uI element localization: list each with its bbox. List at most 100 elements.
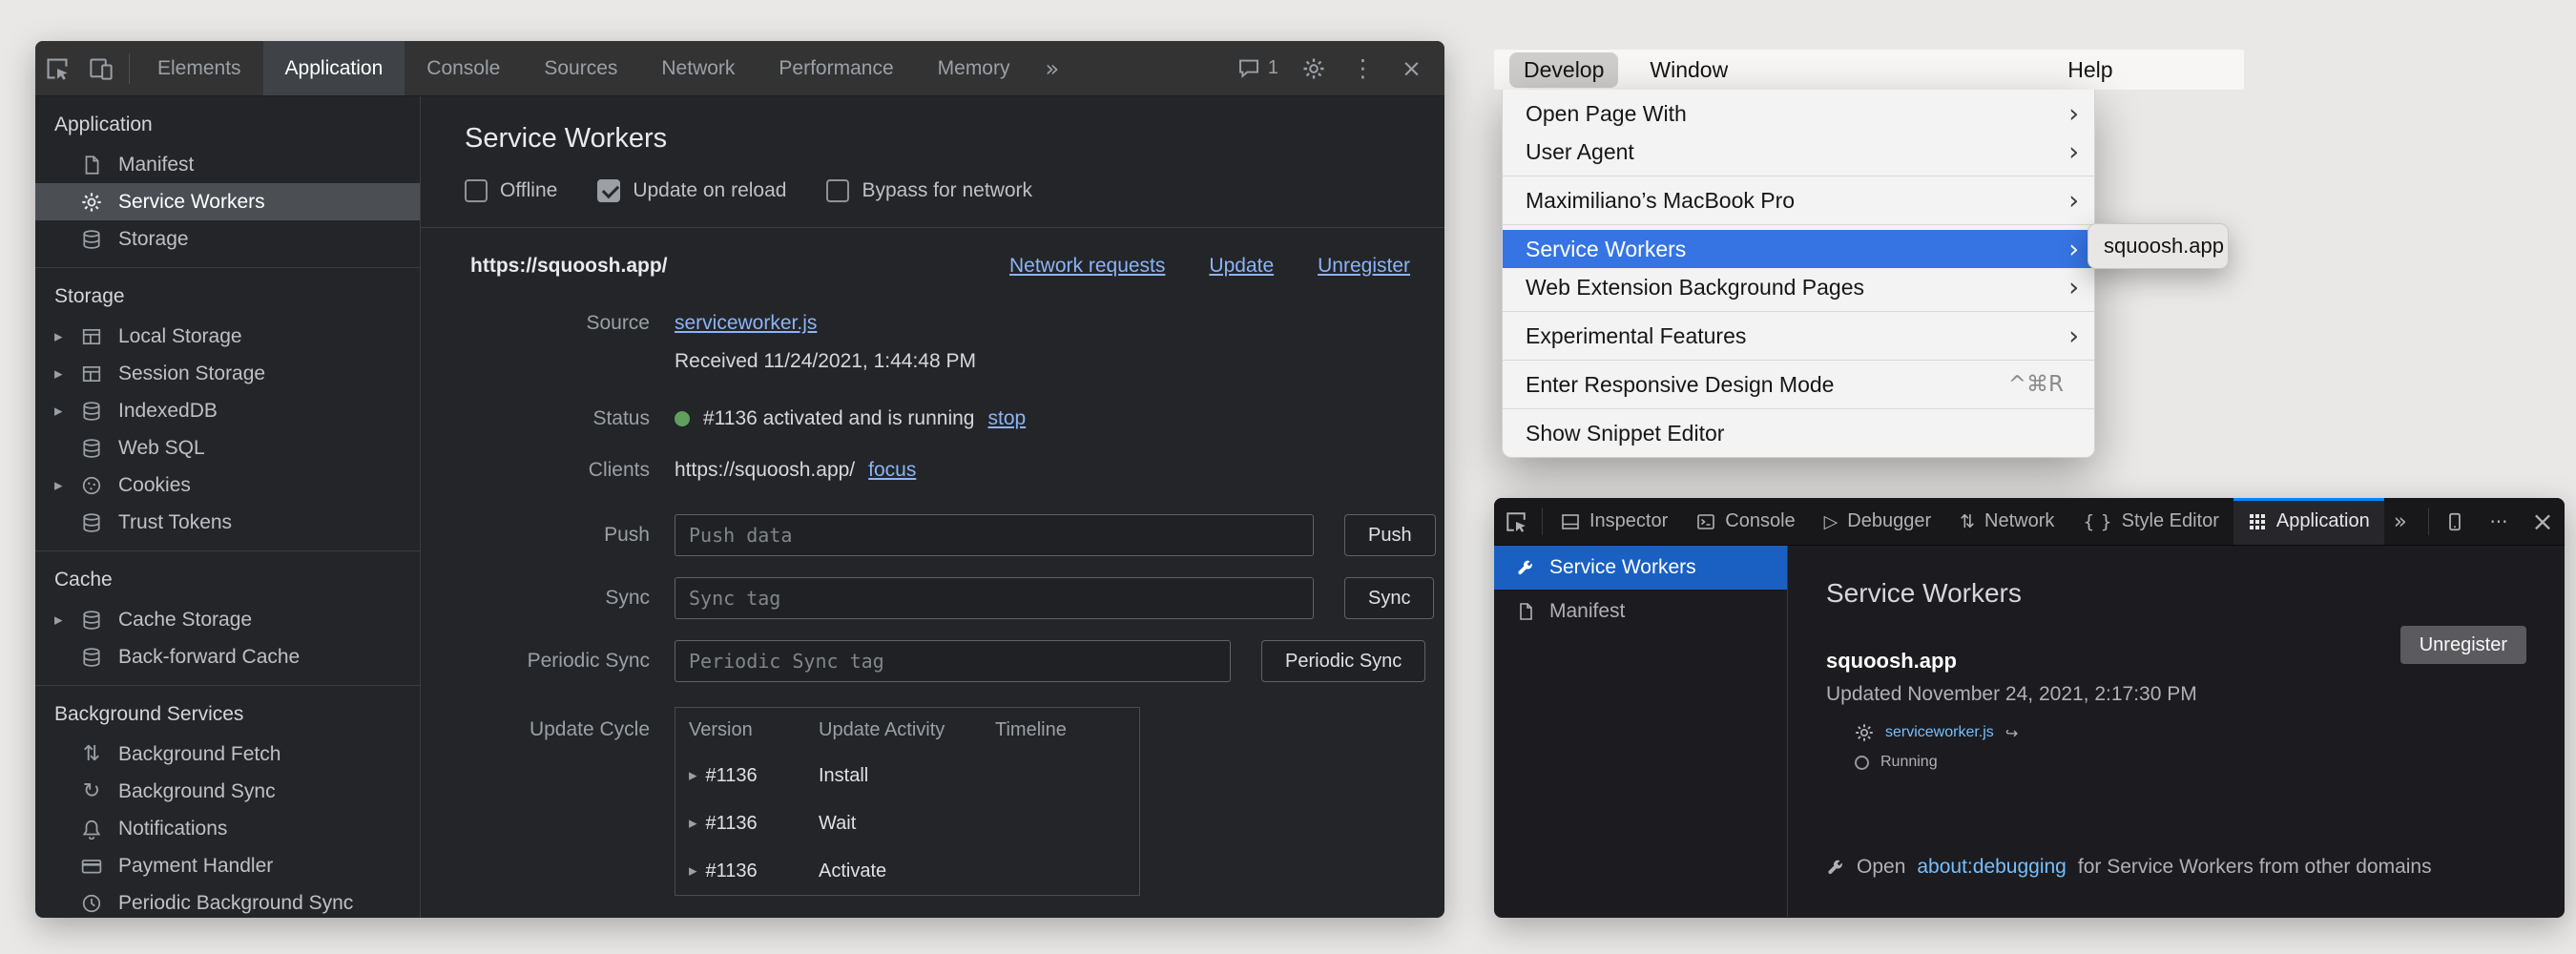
device-toolbar-button[interactable]	[79, 41, 123, 95]
stop-link[interactable]: stop	[987, 407, 1026, 430]
sidebar-item-storage[interactable]: Storage	[35, 220, 420, 258]
menu-item-enter-responsive-design-mode[interactable]: Enter Responsive Design Mode ^⌘R	[1503, 365, 2094, 404]
sidebar-item-trust-tokens[interactable]: Trust Tokens	[35, 504, 420, 541]
more-tabs-button[interactable]: »	[1031, 41, 1072, 95]
focus-link[interactable]: focus	[868, 459, 916, 482]
tab-console[interactable]: Console	[1682, 498, 1809, 545]
responsive-design-mode-button[interactable]	[2433, 498, 2477, 545]
unregister-button[interactable]: Unregister	[2400, 626, 2526, 664]
submenu-chevron-icon: ›	[2068, 275, 2079, 301]
debugger-icon: ▷	[1824, 511, 1839, 532]
close-devtools-button[interactable]: ×	[2521, 498, 2565, 545]
pick-element-button[interactable]	[1494, 498, 1538, 545]
disclosure-triangle-icon[interactable]: ▸	[689, 861, 697, 881]
unregister-link[interactable]: Unregister	[1318, 255, 1410, 278]
serviceworker-file-link[interactable]: serviceworker.js	[1885, 724, 1994, 741]
sidebar-item-cookies[interactable]: ▸ Cookies	[35, 467, 420, 504]
sidebar-item-periodic-background-sync[interactable]: Periodic Background Sync	[35, 884, 420, 918]
tab-performance[interactable]: Performance	[757, 41, 915, 95]
about-debugging-footer: Open about:debugging for Service Workers…	[1826, 856, 2432, 879]
menubar-item-develop[interactable]: Develop	[1509, 52, 1618, 88]
sidebar-item-service-workers[interactable]: Service Workers	[35, 183, 420, 220]
sidebar-item-session-storage[interactable]: ▸ Session Storage	[35, 355, 420, 392]
bypass-for-network-checkbox[interactable]: Bypass for network	[826, 179, 1032, 202]
periodic-sync-tag-input[interactable]	[675, 640, 1231, 682]
sidebar-item-payment-handler[interactable]: Payment Handler	[35, 847, 420, 884]
tab-network[interactable]: ⇅ Network	[1945, 498, 2068, 545]
settings-button[interactable]	[1292, 57, 1336, 80]
offline-checkbox[interactable]: Offline	[465, 179, 557, 202]
disclosure-triangle-icon[interactable]: ▸	[689, 814, 697, 833]
chrome-devtools-toolbar: Elements Application Console Sources Net…	[35, 41, 1444, 96]
sidebar-item-background-fetch[interactable]: ⇅ Background Fetch	[35, 736, 420, 773]
inspect-element-button[interactable]	[35, 41, 79, 95]
disclosure-triangle-icon[interactable]: ▸	[689, 766, 697, 785]
sidebar-item-manifest[interactable]: Manifest	[1494, 590, 1787, 633]
menu-item-macbook-pro[interactable]: Maximiliano’s MacBook Pro ›	[1503, 181, 2094, 219]
menu-item-show-snippet-editor[interactable]: Show Snippet Editor	[1503, 414, 2094, 452]
origin-url: https://squoosh.app/	[470, 255, 667, 278]
menubar-item-window[interactable]: Window	[1635, 52, 1742, 88]
push-data-input[interactable]	[675, 514, 1314, 556]
push-button[interactable]: Push	[1344, 514, 1436, 556]
update-on-reload-checkbox[interactable]: Update on reload	[597, 179, 786, 202]
menu-item-label: Open Page With	[1526, 101, 1687, 127]
tab-network[interactable]: Network	[639, 41, 757, 95]
sidebar-item-web-sql[interactable]: Web SQL	[35, 429, 420, 467]
sync-row: Sync Sync	[421, 577, 1444, 619]
submenu-item-squoosh-app[interactable]: squoosh.app	[2104, 234, 2224, 259]
update-link[interactable]: Update	[1209, 255, 1274, 278]
disclosure-triangle-icon[interactable]: ▸	[54, 611, 79, 630]
tab-sources[interactable]: Sources	[522, 41, 639, 95]
status-row: Status #1136 activated and is running st…	[421, 407, 1444, 430]
tab-inspector[interactable]: Inspector	[1547, 498, 1682, 545]
origin-row: https://squoosh.app/ Network requests Up…	[421, 255, 1444, 278]
payment-card-icon	[79, 854, 104, 879]
sync-button[interactable]: Sync	[1344, 577, 1434, 619]
periodic-sync-button[interactable]: Periodic Sync	[1261, 640, 1425, 682]
menu-item-service-workers[interactable]: Service Workers ›	[1503, 230, 2094, 268]
tab-console[interactable]: Console	[405, 41, 522, 95]
jump-to-debugger-icon[interactable]: ↪	[2005, 724, 2018, 742]
disclosure-triangle-icon[interactable]: ▸	[54, 364, 79, 384]
more-tools-button[interactable]: »	[2384, 498, 2417, 545]
sidebar-item-back-forward-cache[interactable]: Back-forward Cache	[35, 638, 420, 675]
sidebar-item-background-sync[interactable]: ↻ Background Sync	[35, 773, 420, 810]
issues-counter-button[interactable]: 1	[1228, 57, 1288, 80]
sidebar-item-service-workers[interactable]: Service Workers	[1494, 546, 1787, 590]
disclosure-triangle-icon[interactable]: ▸	[54, 476, 79, 495]
sidebar-item-indexeddb[interactable]: ▸ IndexedDB	[35, 392, 420, 429]
sidebar-item-notifications[interactable]: Notifications	[35, 810, 420, 847]
manifest-page-icon	[1515, 601, 1536, 622]
sync-tag-input[interactable]	[675, 577, 1314, 619]
tab-label: Debugger	[1847, 510, 1931, 532]
service-worker-details: https://squoosh.app/ Network requests Up…	[421, 228, 1444, 918]
checkbox-label: Offline	[500, 179, 557, 202]
sidebar-item-local-storage[interactable]: ▸ Local Storage	[35, 318, 420, 355]
tab-application[interactable]: Application	[2233, 498, 2384, 545]
tab-memory[interactable]: Memory	[916, 41, 1032, 95]
tab-elements[interactable]: Elements	[135, 41, 263, 95]
devtools-meatball-menu-button[interactable]: ···	[2477, 498, 2521, 545]
tab-debugger[interactable]: ▷ Debugger	[1810, 498, 1945, 545]
menubar-item-help[interactable]: Help	[2053, 52, 2127, 88]
sidebar-item-manifest[interactable]: Manifest	[35, 146, 420, 183]
inspect-cursor-icon	[45, 56, 70, 81]
devtools-menu-button[interactable]: ⋮	[1340, 54, 1386, 82]
menu-item-user-agent[interactable]: User Agent ›	[1503, 133, 2094, 171]
menu-item-label: User Agent	[1526, 139, 1634, 165]
serviceworker-file-link[interactable]: serviceworker.js	[675, 312, 817, 335]
menu-item-open-page-with[interactable]: Open Page With ›	[1503, 94, 2094, 133]
submenu-chevron-icon: ›	[2068, 188, 2079, 214]
tab-style-editor[interactable]: { } Style Editor	[2068, 498, 2233, 545]
menu-item-web-extension-background-pages[interactable]: Web Extension Background Pages ›	[1503, 268, 2094, 306]
about-debugging-link[interactable]: about:debugging	[1917, 856, 2067, 879]
network-requests-link[interactable]: Network requests	[1009, 255, 1165, 278]
disclosure-triangle-icon[interactable]: ▸	[54, 327, 79, 346]
menu-item-experimental-features[interactable]: Experimental Features ›	[1503, 317, 2094, 355]
sidebar-item-cache-storage[interactable]: ▸ Cache Storage	[35, 601, 420, 638]
disclosure-triangle-icon[interactable]: ▸	[54, 402, 79, 421]
footer-text-prefix: Open	[1857, 856, 1905, 879]
close-devtools-button[interactable]: ×	[1390, 54, 1433, 82]
tab-application[interactable]: Application	[263, 41, 405, 95]
